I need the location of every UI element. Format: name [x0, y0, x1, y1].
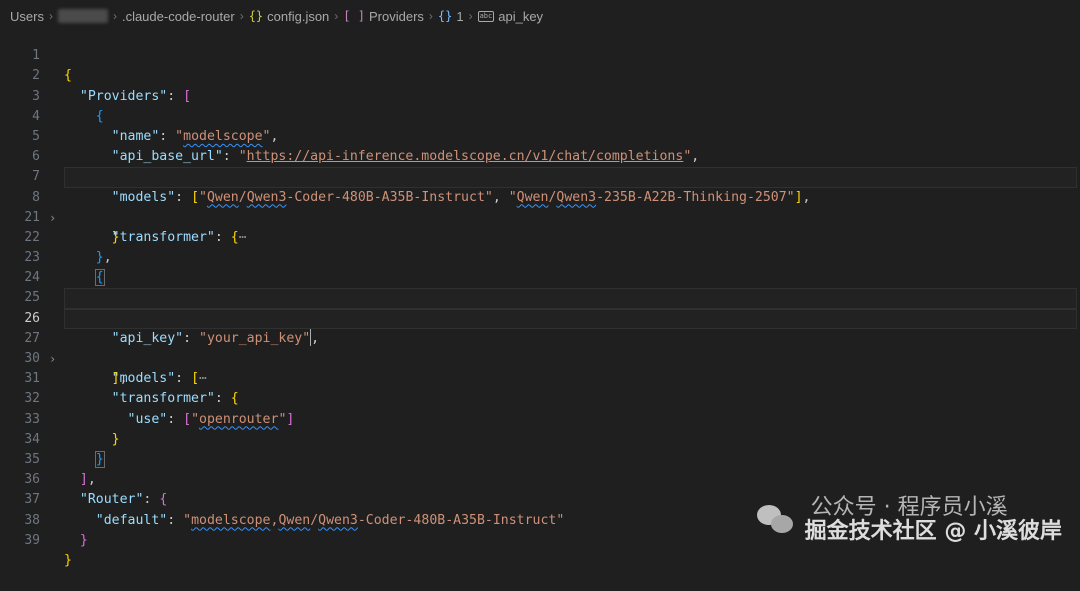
code-line[interactable]: 35 ], — [0, 430, 1080, 487]
chevron-right-icon: › — [468, 9, 473, 23]
breadcrumb-providers[interactable]: Providers — [369, 9, 424, 24]
watermark-line2: 掘金技术社区 @ 小溪彼岸 — [804, 519, 1062, 544]
chevron-right-icon: › — [48, 9, 53, 23]
key-icon: abc — [477, 10, 495, 22]
breadcrumb-index[interactable]: 1 — [456, 9, 463, 24]
watermark-text: 公众号 · 程序员小溪 掘金技术社区 @ 小溪彼岸 — [805, 496, 1062, 544]
curly-braces-icon: {} — [437, 9, 453, 23]
code-line[interactable]: 23 { — [0, 228, 1080, 287]
code-line[interactable]: 27 › "models": [⋯ — [0, 308, 1080, 386]
code-line[interactable]: 34 } — [0, 410, 1080, 468]
code-line[interactable]: 24 "name": "openrouter", — [0, 248, 1080, 305]
code-text: } — [64, 552, 72, 568]
chevron-right-icon: › — [112, 9, 117, 23]
code-line[interactable]: 2 "Providers": [ — [0, 46, 1080, 103]
code-editor[interactable]: 1 { 2 "Providers": [ 3 { 4 "name": "mode… — [0, 26, 1080, 568]
code-line[interactable]: 4 "name": "modelscope", — [0, 87, 1080, 144]
chevron-right-icon: › — [239, 9, 244, 23]
watermark: 公众号 · 程序员小溪 掘金技术社区 @ 小溪彼岸 — [756, 496, 1062, 544]
code-text: } — [79, 532, 88, 548]
code-line[interactable]: 7 "models": ["Qwen/Qwen3-Coder-480B-A35B… — [0, 147, 1080, 204]
code-line[interactable]: 8 › "transformer": {⋯ — [0, 167, 1080, 245]
breadcrumb-users[interactable]: Users — [10, 9, 44, 24]
code-line[interactable]: 33 } — [0, 389, 1080, 447]
line-number: 39 — [24, 532, 40, 548]
watermark-line1: 公众号 · 程序员小溪 — [810, 495, 1008, 520]
code-line[interactable]: 21 } — [0, 188, 1080, 245]
chevron-right-icon: › — [428, 9, 433, 23]
breadcrumb-folder[interactable]: .claude-code-router — [122, 9, 235, 24]
code-line[interactable]: 25 "api_base_url": "https://openrouter.a… — [0, 268, 1080, 325]
code-line[interactable]: 37 "default": "modelscope,Qwen/Qwen3-Cod… — [0, 470, 1080, 527]
code-line[interactable]: 3 { — [0, 66, 1080, 124]
curly-braces-icon: {} — [248, 9, 264, 23]
code-line[interactable]: 1 { — [0, 26, 1080, 83]
code-line[interactable]: 22 }, — [0, 208, 1080, 265]
code-line[interactable]: 6 "api_key": "your_api_key", — [0, 127, 1080, 184]
chevron-right-icon: › — [334, 9, 339, 23]
code-line[interactable]: 32 "use": ["openrouter"] — [0, 369, 1080, 426]
code-line[interactable]: 31 "transformer": { — [0, 349, 1080, 406]
wechat-icon — [756, 503, 797, 537]
code-line[interactable]: 30 ], — [0, 329, 1080, 386]
breadcrumb-file[interactable]: config.json — [267, 9, 329, 24]
redacted-username — [57, 9, 108, 23]
code-line-active[interactable]: 26 "api_key": "your_api_key", — [0, 288, 1080, 347]
breadcrumb-api-key[interactable]: api_key — [498, 9, 543, 24]
brackets-icon: [ ] — [343, 9, 365, 23]
code-line[interactable]: 5 "api_base_url": "https://api-inference… — [0, 107, 1080, 164]
code-line[interactable]: 36 "Router": { — [0, 450, 1080, 507]
